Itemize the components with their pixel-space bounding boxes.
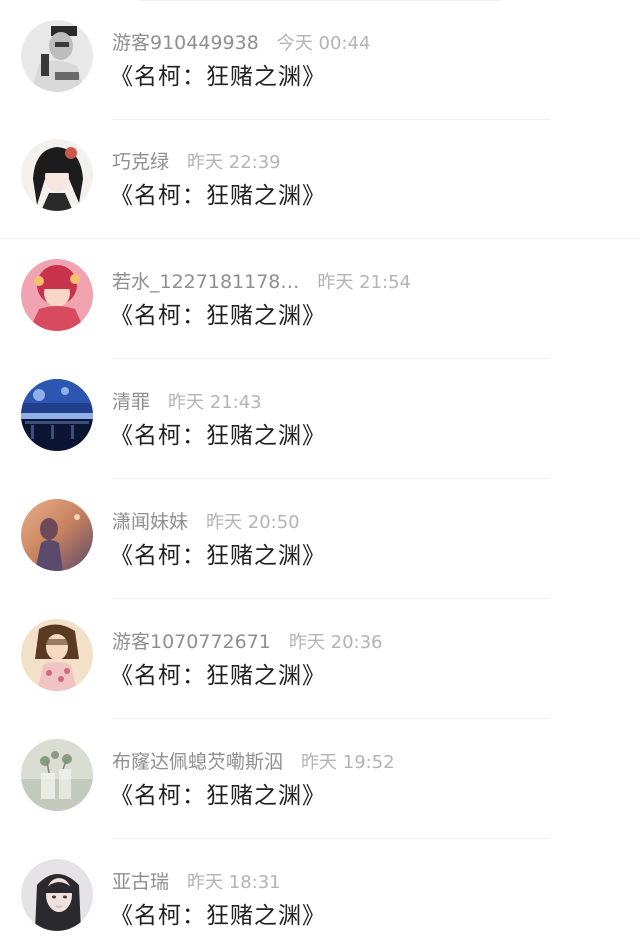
- comment-text: 《名柯：狂赌之渊》: [110, 303, 326, 329]
- user-avatar[interactable]: [21, 139, 93, 211]
- username[interactable]: 清罪: [112, 391, 150, 413]
- timestamp: 昨天 19:52: [301, 752, 395, 773]
- username[interactable]: 布窿达佩螅芡嘞斯泅: [112, 751, 283, 773]
- comment-meta: 清罪 昨天 21:43: [112, 388, 262, 416]
- timestamp: 昨天 20:36: [288, 632, 383, 653]
- username[interactable]: 亚古瑞: [112, 871, 169, 893]
- comment-item[interactable]: 潇闻妹妹 昨天 20:50 《名柯：狂赌之渊》: [0, 479, 640, 599]
- comment-list: 游客910449938 今天 00:44 《名柯：狂赌之渊》 巧克绿 昨天 22:3…: [0, 0, 640, 945]
- comment-meta: 若水_1227181178… 昨天 21:54: [112, 268, 411, 296]
- comment-item[interactable]: 亚古瑞 昨天 18:31 《名柯：狂赌之渊》: [0, 839, 640, 945]
- user-avatar[interactable]: [21, 619, 93, 691]
- avatar-image: [21, 20, 93, 92]
- avatar-image: [21, 499, 93, 571]
- comment-meta: 潇闻妹妹 昨天 20:50: [112, 508, 300, 536]
- comment-meta: 亚古瑞 昨天 18:31: [112, 868, 281, 896]
- comment-meta: 巧克绿 昨天 22:39: [112, 148, 281, 176]
- avatar-image: [21, 619, 93, 691]
- user-avatar[interactable]: [21, 259, 93, 331]
- comment-meta: 游客910449938 今天 00:44: [112, 29, 370, 57]
- comment-item[interactable]: 若水_1227181178… 昨天 21:54 《名柯：狂赌之渊》: [0, 239, 640, 359]
- comment-text: 《名柯：狂赌之渊》: [110, 64, 326, 90]
- comment-item[interactable]: 清罪 昨天 21:43 《名柯：狂赌之渊》: [0, 359, 640, 479]
- username[interactable]: 巧克绿: [112, 151, 169, 173]
- timestamp: 昨天 20:50: [206, 512, 300, 533]
- user-avatar[interactable]: [21, 739, 93, 811]
- comment-item[interactable]: 布窿达佩螅芡嘞斯泅 昨天 19:52 《名柯：狂赌之渊》: [0, 719, 640, 839]
- avatar-image: [21, 859, 93, 931]
- username[interactable]: 游客910449938: [112, 32, 259, 54]
- timestamp: 今天 00:44: [276, 33, 371, 54]
- comment-item[interactable]: 游客910449938 今天 00:44 《名柯：狂赌之渊》: [0, 0, 640, 120]
- comment-text: 《名柯：狂赌之渊》: [110, 783, 326, 809]
- comment-text: 《名柯：狂赌之渊》: [110, 183, 326, 209]
- comment-item[interactable]: 游客1070772671 昨天 20:36 《名柯：狂赌之渊》: [0, 599, 640, 719]
- avatar-image: [21, 379, 93, 451]
- user-avatar[interactable]: [21, 499, 93, 571]
- user-avatar[interactable]: [21, 379, 93, 451]
- username[interactable]: 若水_1227181178…: [112, 271, 299, 293]
- username[interactable]: 潇闻妹妹: [112, 511, 188, 533]
- user-avatar[interactable]: [21, 20, 93, 92]
- timestamp: 昨天 21:54: [317, 272, 411, 293]
- timestamp: 昨天 18:31: [187, 872, 281, 893]
- avatar-image: [21, 259, 93, 331]
- timestamp: 昨天 22:39: [187, 152, 281, 173]
- comment-text: 《名柯：狂赌之渊》: [110, 423, 326, 449]
- comment-meta: 游客1070772671 昨天 20:36: [112, 628, 383, 656]
- user-avatar[interactable]: [21, 859, 93, 931]
- avatar-image: [21, 739, 93, 811]
- comment-meta: 布窿达佩螅芡嘞斯泅 昨天 19:52: [112, 748, 395, 776]
- timestamp: 昨天 21:43: [168, 392, 262, 413]
- username[interactable]: 游客1070772671: [112, 631, 271, 653]
- comment-text: 《名柯：狂赌之渊》: [110, 663, 326, 689]
- avatar-image: [21, 139, 93, 211]
- comment-item[interactable]: 巧克绿 昨天 22:39 《名柯：狂赌之渊》: [0, 119, 640, 239]
- comment-text: 《名柯：狂赌之渊》: [110, 543, 326, 569]
- comment-text: 《名柯：狂赌之渊》: [110, 903, 326, 929]
